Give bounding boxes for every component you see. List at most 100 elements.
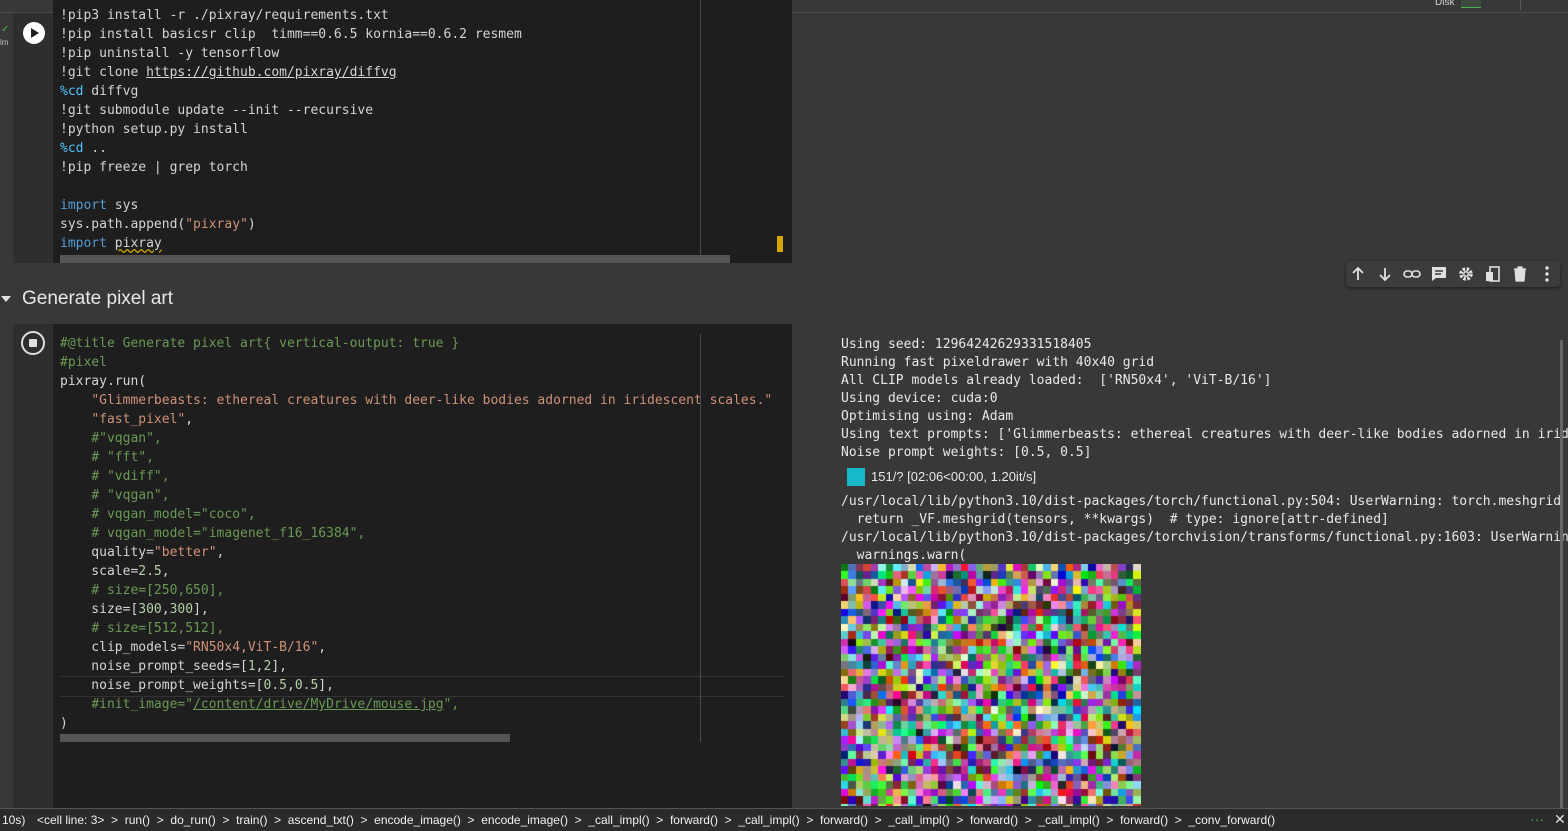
progress-bar: [847, 468, 865, 486]
code-line[interactable]: # size=[512,512],: [60, 619, 224, 638]
code-line[interactable]: # vqgan_model="imagenet_f16_16384",: [60, 524, 365, 543]
move-down-icon[interactable]: [1375, 264, 1395, 284]
code-line[interactable]: quality="better",: [60, 543, 224, 562]
horizontal-scrollbar[interactable]: [60, 734, 510, 742]
code-token: "RN50x4,ViT-B/16": [185, 640, 319, 655]
code-token: ,: [255, 659, 264, 674]
code-line[interactable]: # "vdiff",: [60, 467, 169, 486]
code-token: 2.5: [138, 564, 162, 579]
code-token: import: [60, 198, 107, 213]
code-token: !pip install basicsr clip timm==0.6.5 ko…: [60, 27, 522, 42]
output-line: All CLIP models already loaded: ['RN50x4…: [841, 373, 1272, 388]
code-token: sys: [106, 198, 139, 213]
code-token: #pixel: [60, 355, 107, 370]
code-line[interactable]: noise_prompt_seeds=[1,2],: [60, 657, 287, 676]
code-token: 1: [247, 659, 256, 674]
output-line: Using device: cuda:0: [841, 391, 998, 406]
code-line[interactable]: "Glimmerbeasts: ethereal creatures with …: [60, 391, 772, 410]
cell2-code-editor[interactable]: #@title Generate pixel art{ vertical-out…: [53, 324, 792, 808]
status-call-trace[interactable]: <cell line: 3> > run() > do_run() > trai…: [37, 813, 1275, 827]
code-line[interactable]: noise_prompt_weights=[0.5,0.5],: [60, 676, 334, 695]
code-token: ,: [161, 564, 170, 579]
code-token: 300: [138, 602, 162, 617]
code-line[interactable]: sys.path.append("pixray"): [60, 215, 256, 234]
close-icon[interactable]: ✕: [1554, 811, 1566, 828]
code-line[interactable]: size=[300,300],: [60, 600, 209, 619]
code-line[interactable]: %cd diffvg: [60, 82, 138, 101]
code-token: ",: [443, 697, 460, 712]
code-token: #"vqgan",: [91, 431, 162, 446]
stop-icon: [29, 339, 37, 347]
code-token: #@title Generate pixel art{ vertical-out…: [60, 336, 460, 351]
code-token: ..: [83, 141, 107, 156]
delete-icon[interactable]: [1510, 264, 1530, 284]
ruler-guide: [700, 334, 701, 742]
cell-toolbar: [1346, 261, 1560, 287]
code-line[interactable]: # vqgan_model="coco",: [60, 505, 255, 524]
move-up-icon[interactable]: [1348, 264, 1368, 284]
status-elapsed-time: 10s): [2, 813, 26, 827]
generated-pixel-art-image: [841, 564, 1141, 806]
code-line[interactable]: #"vqgan",: [60, 429, 162, 448]
cell1-run-button[interactable]: [23, 22, 45, 44]
cell1-gutter: [13, 13, 53, 263]
code-line[interactable]: !pip3 install -r ./pixray/requirements.t…: [60, 6, 389, 25]
output-line: Noise prompt weights: [0.5, 0.5]: [841, 445, 1092, 460]
code-line[interactable]: # "vqgan",: [60, 486, 170, 505]
code-line[interactable]: import pixray: [60, 234, 162, 253]
code-line[interactable]: pixray.run(: [60, 372, 146, 391]
code-token: # "vqgan",: [91, 488, 170, 503]
code-token: ,: [161, 602, 170, 617]
link-icon[interactable]: [1402, 264, 1422, 284]
play-icon: [31, 28, 39, 38]
cell1-code-editor[interactable]: !pip3 install -r ./pixray/requirements.t…: [53, 0, 792, 263]
mirror-cell-icon[interactable]: [1483, 264, 1503, 284]
code-token: ],: [193, 602, 209, 617]
code-line[interactable]: # size=[250,650],: [60, 581, 224, 600]
code-token: !pip freeze | grep torch: [60, 160, 248, 175]
code-token: sys.path.append(: [60, 217, 186, 232]
ruler-guide: [700, 0, 701, 263]
cell2-stop-button[interactable]: [21, 331, 45, 355]
code-line[interactable]: !pip install basicsr clip timm==0.6.5 ko…: [60, 25, 522, 44]
code-line[interactable]: #@title Generate pixel art{ vertical-out…: [60, 334, 459, 353]
code-line[interactable]: !git submodule update --init --recursive: [60, 101, 373, 120]
code-line[interactable]: ): [60, 714, 68, 733]
code-line[interactable]: # "fft",: [60, 448, 154, 467]
more-icon[interactable]: [1537, 264, 1557, 284]
gear-icon[interactable]: [1456, 264, 1476, 284]
code-token: ,: [185, 412, 194, 427]
code-line[interactable]: "fast_pixel",: [60, 410, 193, 429]
cell2-output: Using seed: 12964242629331518405 Running …: [792, 322, 1568, 808]
comment-icon[interactable]: [1429, 264, 1449, 284]
section-header: Generate pixel art: [0, 276, 1568, 322]
code-line[interactable]: !python setup.py install: [60, 120, 248, 139]
code-line[interactable]: import sys: [60, 196, 138, 215]
code-line[interactable]: !pip freeze | grep torch: [60, 158, 248, 177]
disk-usage-graph[interactable]: [1461, 0, 1481, 8]
code-token: # "fft",: [91, 450, 154, 465]
horizontal-scrollbar[interactable]: [60, 255, 730, 263]
output-line: Running fast pixeldrawer with 40x40 grid: [841, 355, 1155, 370]
code-line[interactable]: clip_models="RN50x4,ViT-B/16",: [60, 638, 326, 657]
code-token: 0.5: [263, 678, 287, 693]
code-line[interactable]: !pip uninstall -y tensorflow: [60, 44, 279, 63]
output-line: Using seed: 12964242629331518405: [841, 337, 1092, 352]
code-line[interactable]: #pixel: [60, 353, 107, 372]
code-line[interactable]: #init_image="/content/drive/MyDrive/mous…: [60, 695, 459, 714]
code-token: https://github.com/pixray/diffvg: [146, 65, 397, 80]
code-token: diffvg: [83, 84, 139, 99]
code-line[interactable]: !git clone https://github.com/pixray/dif…: [60, 63, 397, 82]
collapse-arrow-icon[interactable]: [1, 296, 11, 302]
output-scrollbar[interactable]: [1560, 340, 1563, 810]
code-line[interactable]: %cd ..: [60, 139, 107, 158]
output-line: Using text prompts: ['Glimmerbeasts: eth…: [841, 427, 1568, 442]
code-line[interactable]: scale=2.5,: [60, 562, 170, 581]
